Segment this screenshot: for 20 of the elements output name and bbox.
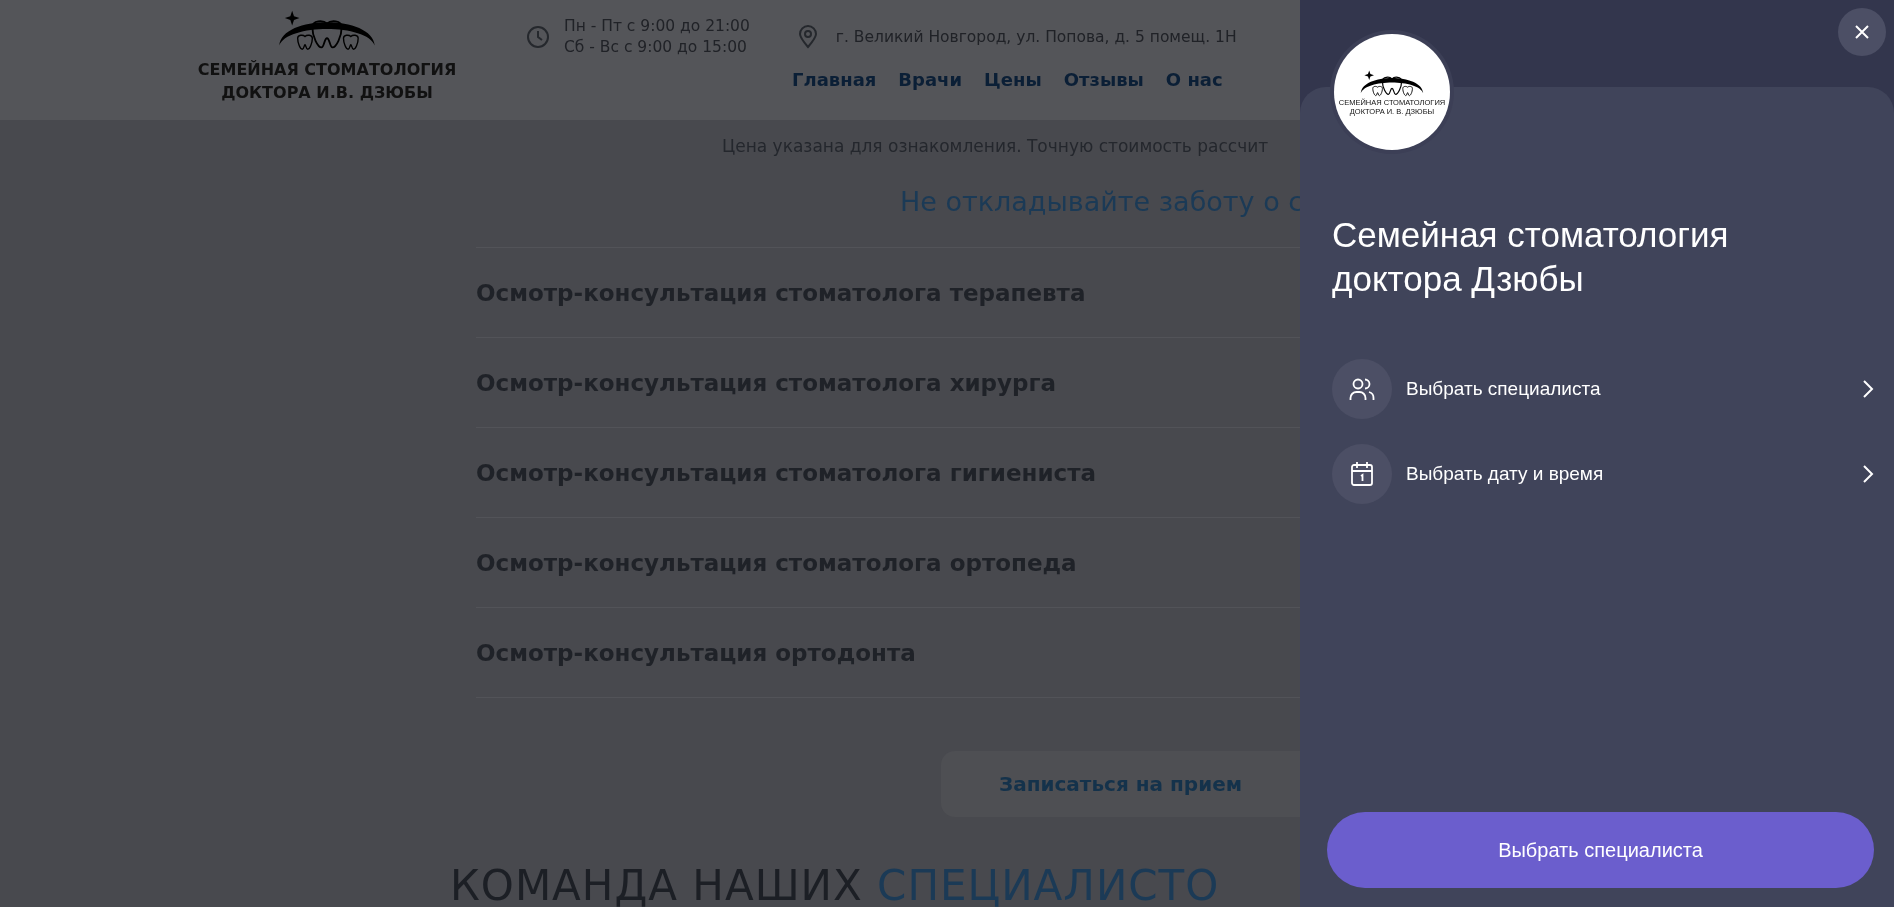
- close-icon: [1854, 24, 1870, 40]
- chevron-right-icon: [1862, 464, 1874, 484]
- nav-link[interactable]: Отзывы: [1063, 69, 1144, 90]
- nav-link[interactable]: Цены: [984, 69, 1042, 90]
- close-button[interactable]: [1838, 8, 1886, 56]
- calendar-icon: [1350, 461, 1374, 487]
- people-icon: [1349, 376, 1375, 402]
- menu-option[interactable]: Выбрать специалиста: [1332, 359, 1874, 419]
- logo-text: ДОКТОРА И.В. ДЗЮБЫ: [221, 82, 433, 104]
- menu-option[interactable]: Выбрать дату и время: [1332, 444, 1874, 504]
- location-pin-icon: [797, 24, 818, 49]
- appointment-button[interactable]: Записаться на прием: [941, 751, 1300, 817]
- chevron-right-icon: [1862, 379, 1874, 399]
- nav-link[interactable]: О нас: [1165, 69, 1223, 90]
- logo-text: СЕМЕЙНАЯ СТОМАТОЛОГИЯ: [197, 59, 457, 81]
- nav-link[interactable]: Врачи: [898, 69, 963, 90]
- panel-title: Семейная стоматология доктора Дзюбы: [1332, 214, 1730, 300]
- clock-icon: [526, 24, 550, 49]
- nav-link[interactable]: Главная: [792, 69, 877, 90]
- select-specialist-button[interactable]: Выбрать специалиста: [1327, 812, 1874, 888]
